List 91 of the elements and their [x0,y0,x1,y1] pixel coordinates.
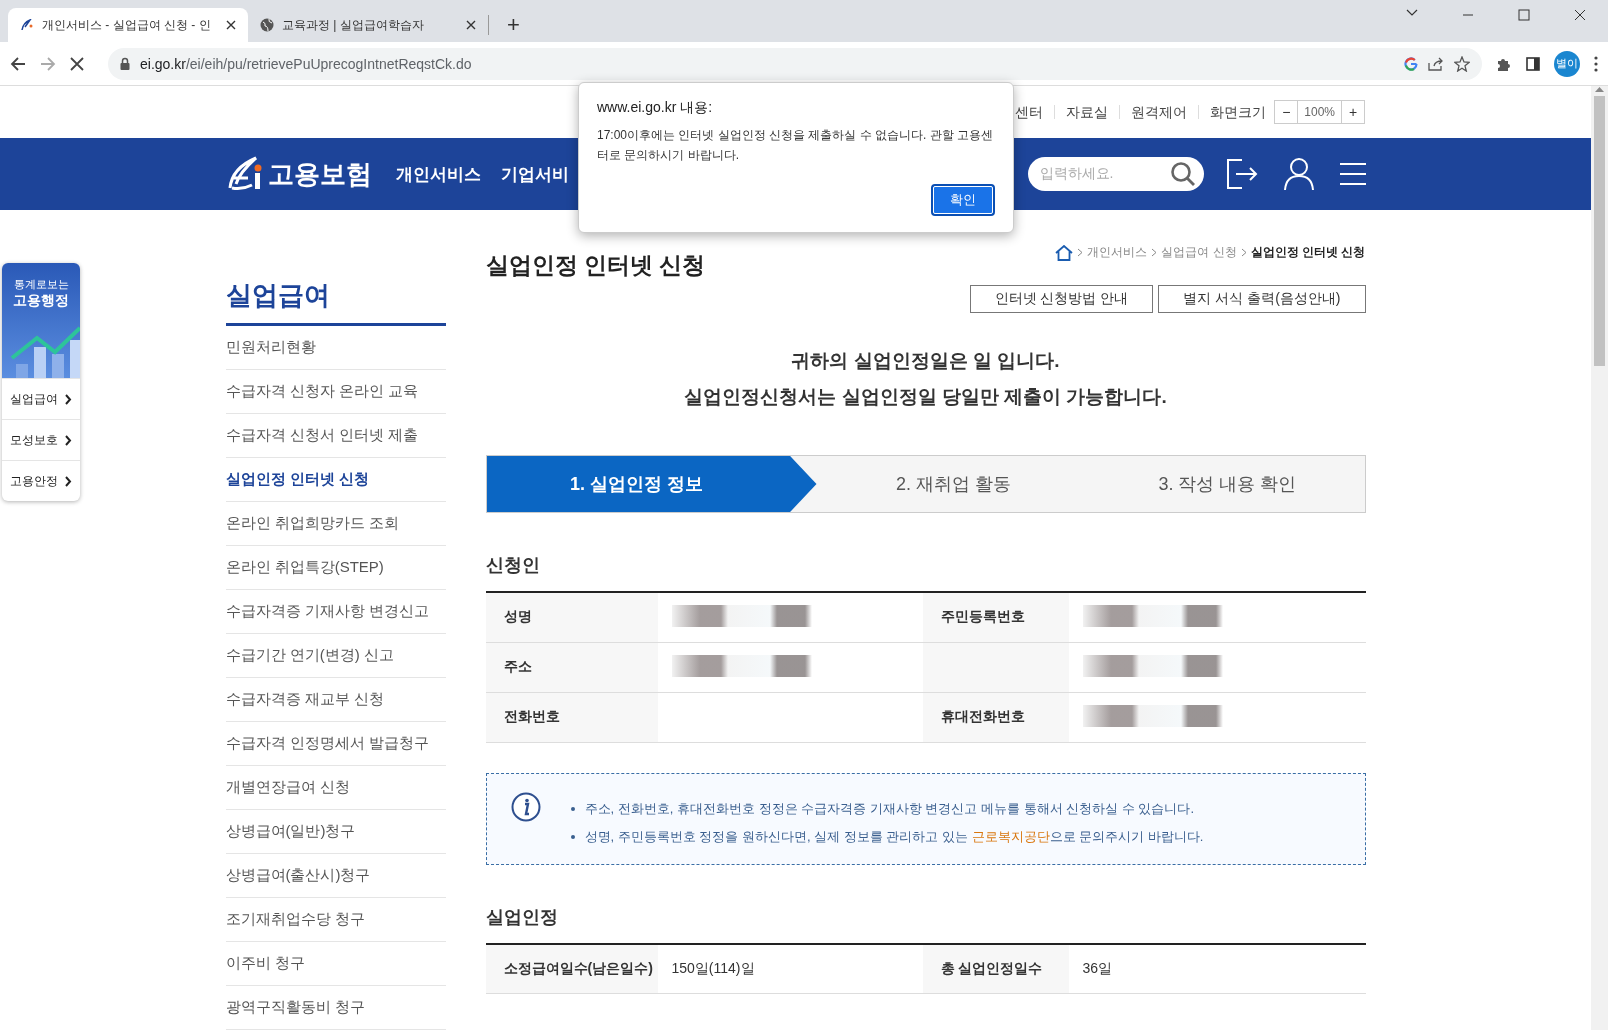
globe-icon [260,18,274,32]
user-icon[interactable] [1283,157,1314,191]
close-icon[interactable] [1574,9,1586,21]
sidebar-item[interactable]: 수급자격 신청서 인터넷 제출 [225,414,446,458]
field-label: 휴대전화번호 [939,708,1025,724]
tab-favicon-icon [20,19,34,31]
address-bar[interactable]: ei.go.kr/ei/eih/pu/retrievePuUprecogIntnetReqstCk.do [108,47,1482,80]
action-button[interactable]: 별지 서식 출력(음성안내) [1158,285,1366,313]
bullet-icon [570,806,575,811]
sidebar-item[interactable]: 광역구직활동비 청구 [225,986,446,1030]
utility-link[interactable]: 원격제어 [1119,105,1199,119]
widget-subtitle: 통계로보는 [12,277,70,292]
utility-link[interactable]: 화면크기 [1198,105,1267,119]
chevron-icon [64,393,72,405]
sidebar-item[interactable]: 온라인 취업특강(STEP) [225,546,446,590]
section-title: 실업인정 [485,905,559,929]
field-label: 주소 [502,658,532,674]
stop-icon[interactable] [70,56,84,71]
step-indicator: 3. 작성 내용 확인 [1157,473,1298,496]
menu-icon[interactable] [1339,162,1366,186]
chevron-icon [64,475,72,487]
step-indicator: 2. 재취업 활동 [895,473,1012,496]
sidebar-item[interactable]: 민원처리현황 [225,326,446,370]
site-logo[interactable]: 고용보험 [225,156,372,192]
maximize-icon[interactable] [1518,9,1530,21]
notice-text: 실업인정신청서는 실업인정일 당일만 제출이 가능합니다. [683,385,1168,409]
star-icon[interactable] [1454,55,1470,72]
search-icon[interactable] [1169,161,1196,187]
sidebar-item[interactable]: 개별연장급여 신청 [225,766,446,810]
sidebar-item[interactable]: 실업인정 인터넷 신청 [225,458,446,502]
field-label: 주민등록번호 [939,608,1025,625]
field-label: 성명 [502,608,532,625]
ok-button[interactable]: 확인 [931,184,995,216]
sidebar-item[interactable]: 상병급여(일반)청구 [225,810,446,854]
nav-link[interactable]: 기업서비 [500,162,569,186]
field-label: 전화번호 [502,708,560,724]
section-title: 신청인 [485,554,541,577]
widget-link[interactable]: 고용안정 [2,460,80,501]
chevron-icon [1077,248,1084,257]
lock-icon [120,57,130,70]
profile-avatar[interactable]: 별이 [1554,50,1580,77]
share-icon[interactable] [1428,56,1444,71]
bullet-icon [570,834,575,839]
widget-title: 고용행정 [12,292,70,310]
dialog-message: 17:00이후에는 인터넷 실업인정 신청을 제출하실 수 없습니다. 관할 고용센터로 문의하시기 바랍니다. [597,127,995,164]
action-button[interactable]: 인터넷 신청방법 안내 [969,285,1154,313]
sidebar-item[interactable]: 수급기간 연기(변경) 신고 [225,634,446,678]
breadcrumb-link[interactable]: 실업인정 인터넷 신청 [1250,244,1366,261]
side-panel-icon[interactable] [1526,56,1540,71]
sidebar-item[interactable]: 수급자격증 재교부 신청 [225,678,446,722]
chevron-icon [1240,248,1247,257]
new-tab-button[interactable]: + [503,14,524,36]
field-value: 36일 [1082,959,1113,976]
browser-tab[interactable]: 개인서비스 - 실업급여 신청 - 인 [8,8,248,42]
more-icon[interactable] [1594,55,1598,72]
sidebar-item[interactable]: 이주비 청구 [225,942,446,986]
widget-link[interactable]: 모성보호 [2,419,80,460]
nav-link[interactable]: 개인서비스 [395,162,481,186]
info-icon [510,791,541,822]
sidebar-item[interactable]: 상병급여(출산시)청구 [225,854,446,898]
browser-tab[interactable]: 교육과정 | 실업급여학습자 [248,8,488,42]
field-label: 소정급여일수(남은일수) [502,959,653,976]
scroll-up-icon[interactable] [1595,86,1604,92]
sidebar-item[interactable]: 조기재취업수당 청구 [225,898,446,942]
logout-icon[interactable] [1225,158,1258,190]
widget-link[interactable]: 실업급여 [2,378,80,419]
sidebar-item[interactable]: 수급자격 인정명세서 발급청구 [225,722,446,766]
step-indicator: 1. 실업인정 정보 [486,456,817,512]
sidebar-title: 실업급여 [225,264,446,326]
breadcrumb-link[interactable]: 개인서비스 [1087,244,1148,261]
back-icon[interactable] [10,55,26,72]
info-text: 성명, 주민등록번호 정정을 원하신다면, 실제 정보를 관리하고 있는 근로복지공단으로 문의주시기 바랍니다. [584,827,1204,846]
scrollbar-thumb[interactable] [1594,96,1605,366]
field-value: 150일(114)일 [671,959,755,976]
dialog-title: www.ei.go.kr 내용: [597,99,714,117]
home-icon[interactable] [1055,244,1074,261]
notice-text: 귀하의 실업인정일은 일 입니다. [790,349,1061,373]
page-title: 실업인정 인터넷 신청 [485,251,706,280]
info-text: 주소, 전화번호, 휴대전화번호 정정은 수급자격증 기재사항 변경신고 메뉴를 통해서 신청하실 수 있습니다. [584,799,1195,818]
chevron-icon [64,434,72,446]
close-icon[interactable] [226,20,236,30]
sidebar-item[interactable]: 수급자격증 기재사항 변경신고 [225,590,446,634]
chevron-icon [1151,248,1158,257]
breadcrumb-link[interactable]: 실업급여 신청 [1161,244,1237,261]
utility-link[interactable]: 자료실 [1054,105,1120,119]
field-label: 총 실업인정일수 [939,959,1043,976]
close-icon[interactable] [466,20,476,30]
google-icon[interactable] [1404,56,1418,71]
sidebar-item[interactable]: 수급자격 신청자 온라인 교육 [225,370,446,414]
sidebar-item[interactable]: 온라인 취업희망카드 조회 [225,502,446,546]
stats-widget[interactable]: 통계로보는 고용행정 실업급여 모성보호 고용안정 [2,263,80,501]
